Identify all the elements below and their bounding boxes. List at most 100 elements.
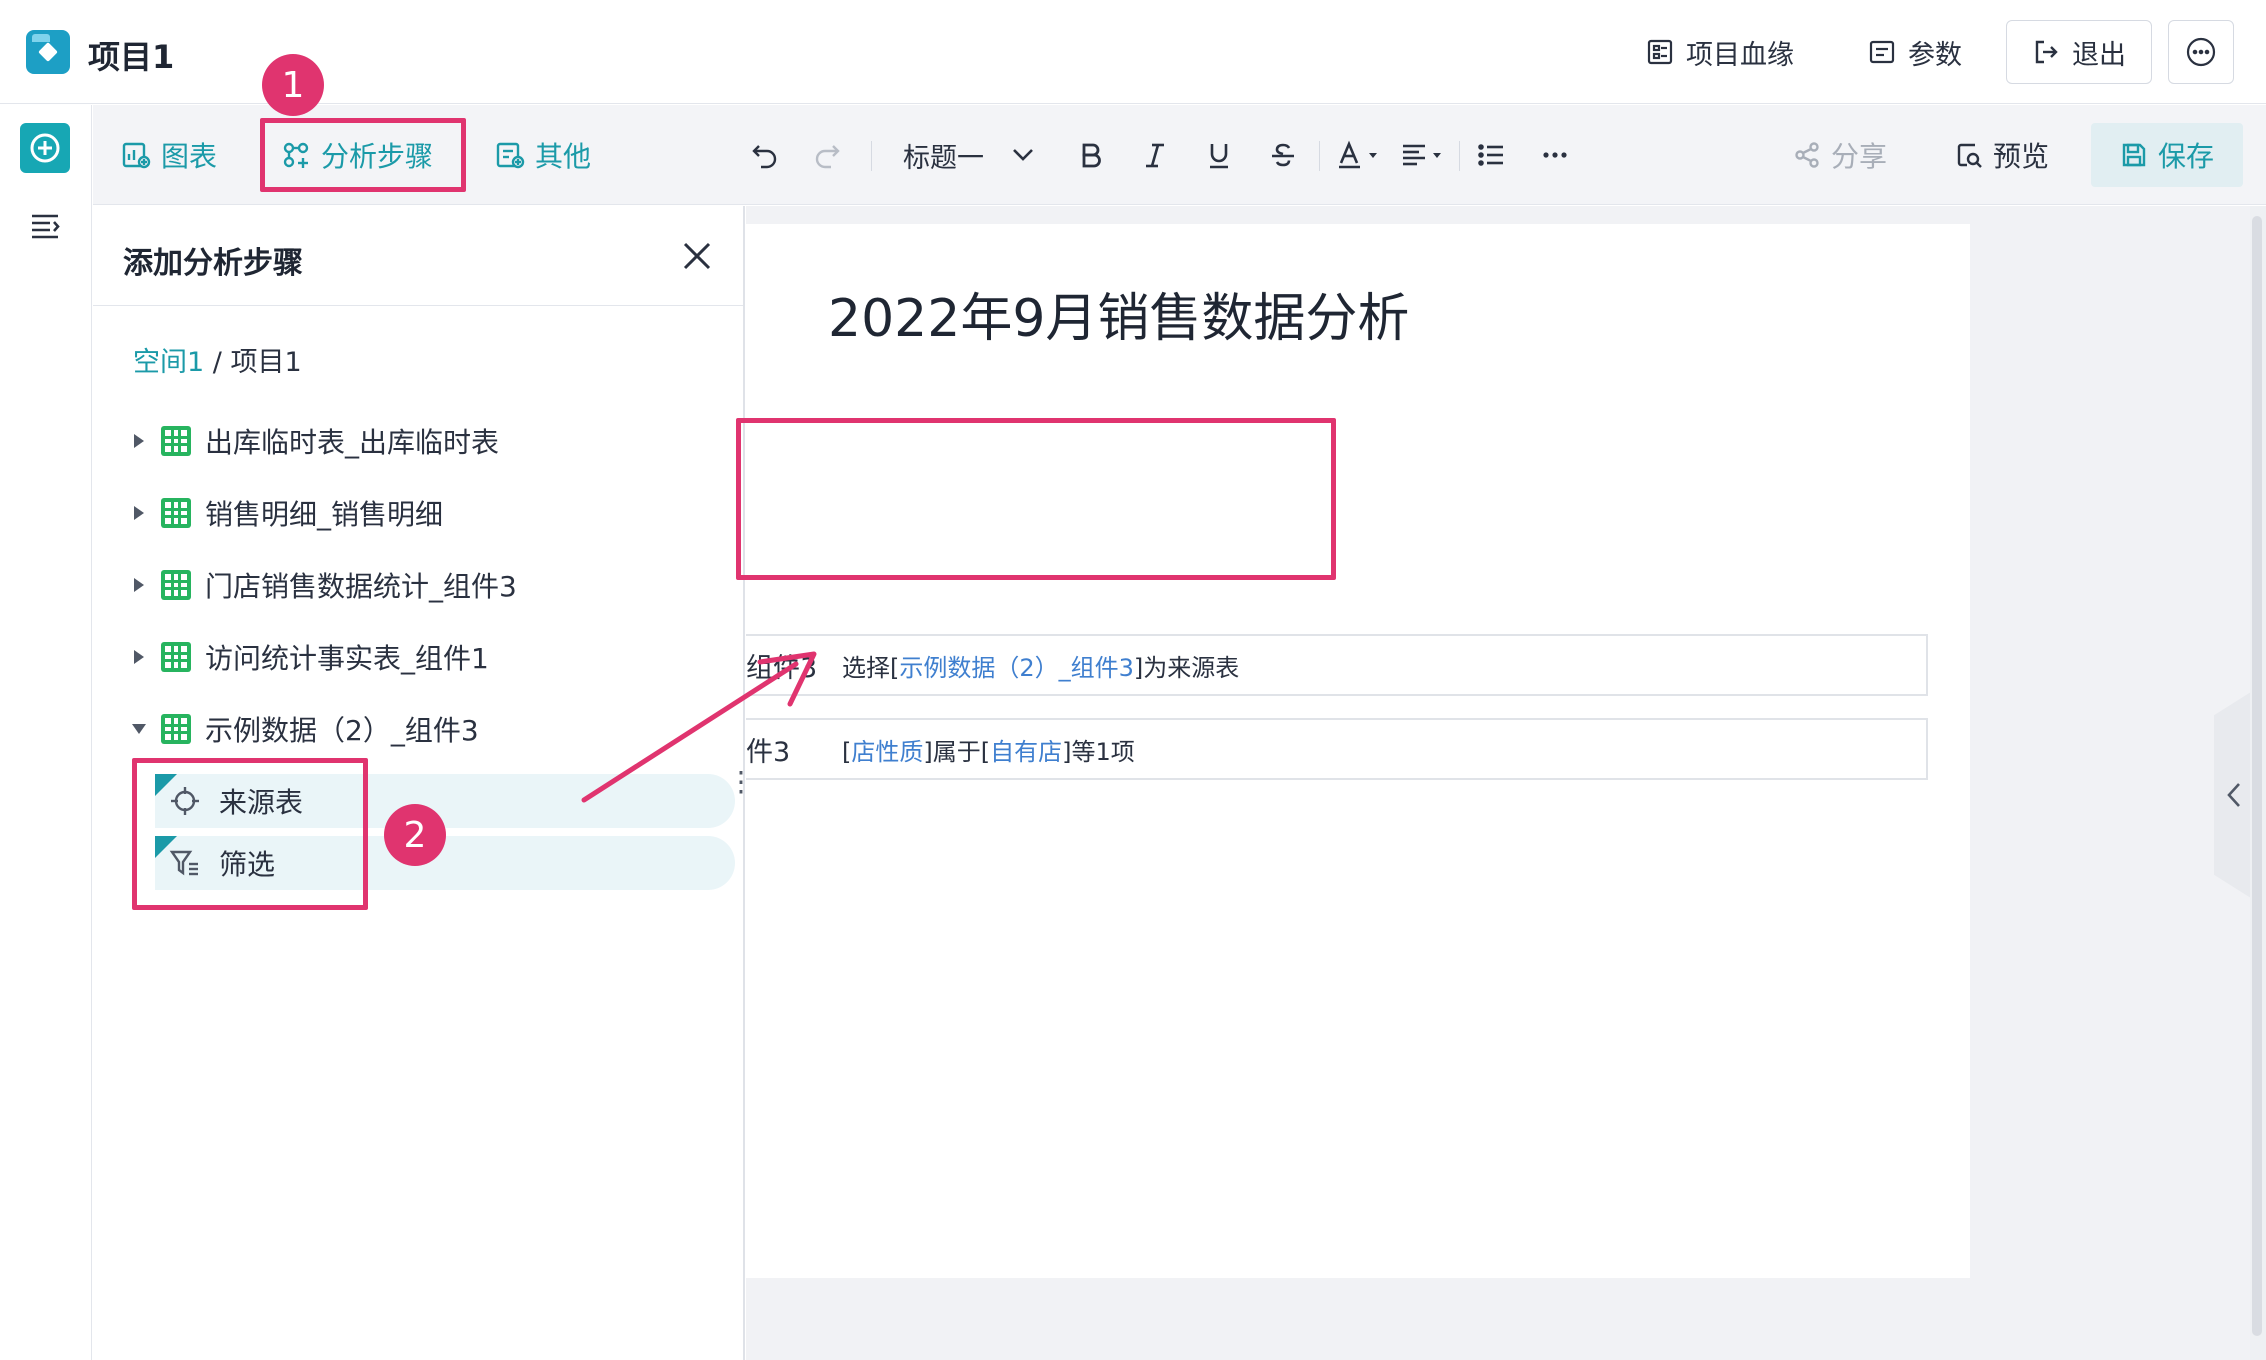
toolbar-divider (871, 141, 872, 171)
chart-icon (122, 142, 151, 169)
outline-icon[interactable] (28, 209, 62, 243)
table-icon (161, 714, 191, 744)
chart-tab-label: 图表 (161, 140, 218, 173)
step-block-text: [店性质]属于[自有店]等1项 (842, 732, 1135, 767)
tree-item-table[interactable]: 访问统计事实表_组件1 (131, 632, 489, 682)
caret-right-icon[interactable] (131, 649, 147, 665)
step-block-middle: ]属于[ (923, 737, 991, 766)
save-label: 保存 (2157, 140, 2214, 173)
chart-tab[interactable]: 图表 (121, 105, 217, 205)
params-button[interactable]: 参数 (1868, 22, 1962, 82)
tree-item-label: 销售明细_销售明细 (205, 498, 444, 531)
italic-button[interactable] (1135, 135, 1175, 175)
step-block-suffix: ]等1项 (1062, 737, 1135, 766)
underline-icon (1210, 144, 1228, 169)
bold-button[interactable] (1071, 135, 1111, 175)
share-label: 分享 (1831, 140, 1888, 173)
other-tab-label: 其他 (535, 140, 592, 173)
top-header: 项目1 项目血缘 参数 退出 (0, 0, 2266, 104)
preview-label: 预览 (1993, 140, 2050, 173)
step-block-prefix: [ (842, 737, 852, 766)
tree-item-label: 示例数据（2）_组件3 (205, 714, 479, 747)
analysis-step-block[interactable]: 组件3 选择[示例数据（2）_组件3]为来源表 (746, 634, 1928, 696)
chevron-down-icon (1013, 149, 1033, 161)
caret-down-icon[interactable] (131, 721, 147, 737)
save-icon (2122, 143, 2146, 167)
document-title[interactable]: 2022年9月销售数据分析 (828, 276, 1409, 351)
tree-item-label: 出库临时表_出库临时表 (205, 426, 500, 459)
annotation-box-step-blocks (736, 418, 1336, 580)
panel-header: 添加分析步骤 (93, 206, 743, 306)
tree-item-table[interactable]: 销售明细_销售明细 (131, 488, 443, 538)
step-block-prefix: 选择[ (842, 653, 900, 682)
lineage-label: 项目血缘 (1686, 39, 1794, 71)
value-link[interactable]: 自有店 (990, 738, 1062, 766)
table-icon (161, 570, 191, 600)
toolbar-divider (1459, 141, 1460, 171)
font-color-button[interactable] (1331, 135, 1387, 175)
italic-icon (1146, 143, 1164, 168)
heading-style-select[interactable]: 标题一 (903, 105, 1036, 205)
step-block-label: 件3 (746, 736, 791, 768)
annotation-badge-2: 2 (384, 804, 446, 866)
strikethrough-button[interactable] (1263, 135, 1303, 175)
table-icon (161, 426, 191, 456)
lineage-button[interactable]: 项目血缘 (1646, 22, 1794, 82)
tree-item-table-expanded[interactable]: 示例数据（2）_组件3 (131, 704, 479, 754)
share-button[interactable]: 分享 (1793, 105, 1887, 205)
other-tab[interactable]: 其他 (495, 105, 591, 205)
close-icon[interactable] (677, 236, 717, 276)
undo-icon (752, 145, 777, 169)
document-canvas: 2022年9月销售数据分析 组件3 选择[示例数据（2）_组件3]为来源表 件3… (746, 206, 2266, 1360)
tree-item-label: 门店销售数据统计_组件3 (205, 570, 517, 603)
caret-right-icon[interactable] (131, 577, 147, 593)
strikethrough-icon (1272, 143, 1294, 167)
right-panel-toggle[interactable] (2214, 690, 2254, 900)
table-icon (161, 498, 191, 528)
source-table-link[interactable]: 示例数据（2）_组件3 (899, 654, 1134, 682)
analysis-step-block[interactable]: 件3 [店性质]属于[自有店]等1项 (746, 718, 1928, 780)
bullet-list-icon (1478, 144, 1503, 166)
align-button[interactable] (1395, 135, 1451, 175)
other-icon (496, 142, 525, 169)
tree-item-table[interactable]: 门店销售数据统计_组件3 (131, 560, 517, 610)
caret-right-icon[interactable] (131, 505, 147, 521)
add-component-button[interactable] (20, 123, 70, 173)
annotation-box-step-items (132, 758, 368, 910)
breadcrumb-project: 项目1 (230, 347, 302, 378)
preview-button[interactable]: 预览 (1955, 105, 2049, 205)
redo-button[interactable] (807, 135, 847, 175)
panel-title: 添加分析步骤 (123, 246, 303, 281)
plus-circle-icon (30, 133, 60, 163)
project-title: 项目1 (88, 38, 175, 76)
tree-item-table[interactable]: 出库临时表_出库临时表 (131, 416, 499, 466)
ellipsis-circle-icon (2186, 37, 2216, 67)
more-format-button[interactable] (1535, 135, 1575, 175)
bold-icon (1082, 143, 1101, 168)
exit-icon (2035, 40, 2058, 64)
align-left-icon (1403, 144, 1441, 166)
undo-button[interactable] (745, 135, 785, 175)
tree-item-label: 访问统计事实表_组件1 (205, 642, 489, 675)
underline-button[interactable] (1199, 135, 1239, 175)
bullet-list-button[interactable] (1471, 135, 1511, 175)
breadcrumb: 空间1 / 项目1 (133, 340, 302, 379)
table-icon (161, 642, 191, 672)
font-color-icon (1339, 140, 1377, 169)
more-options-button[interactable] (2168, 20, 2234, 84)
left-rail (0, 105, 92, 1360)
save-button[interactable]: 保存 (2091, 123, 2243, 187)
scrollbar-thumb[interactable] (2252, 216, 2262, 1336)
annotation-box-steps-tab (260, 118, 466, 192)
exit-button[interactable]: 退出 (2006, 20, 2152, 84)
breadcrumb-separator: / (204, 347, 231, 378)
breadcrumb-space-link[interactable]: 空间1 (133, 347, 204, 378)
caret-right-icon[interactable] (131, 433, 147, 449)
step-block-label: 组件3 (746, 652, 818, 684)
annotation-badge-1: 1 (262, 54, 324, 116)
exit-label: 退出 (2072, 39, 2126, 71)
params-label: 参数 (1908, 39, 1962, 71)
step-block-text: 选择[示例数据（2）_组件3]为来源表 (842, 648, 1239, 683)
field-link[interactable]: 店性质 (851, 738, 923, 766)
params-icon (1869, 40, 1895, 64)
